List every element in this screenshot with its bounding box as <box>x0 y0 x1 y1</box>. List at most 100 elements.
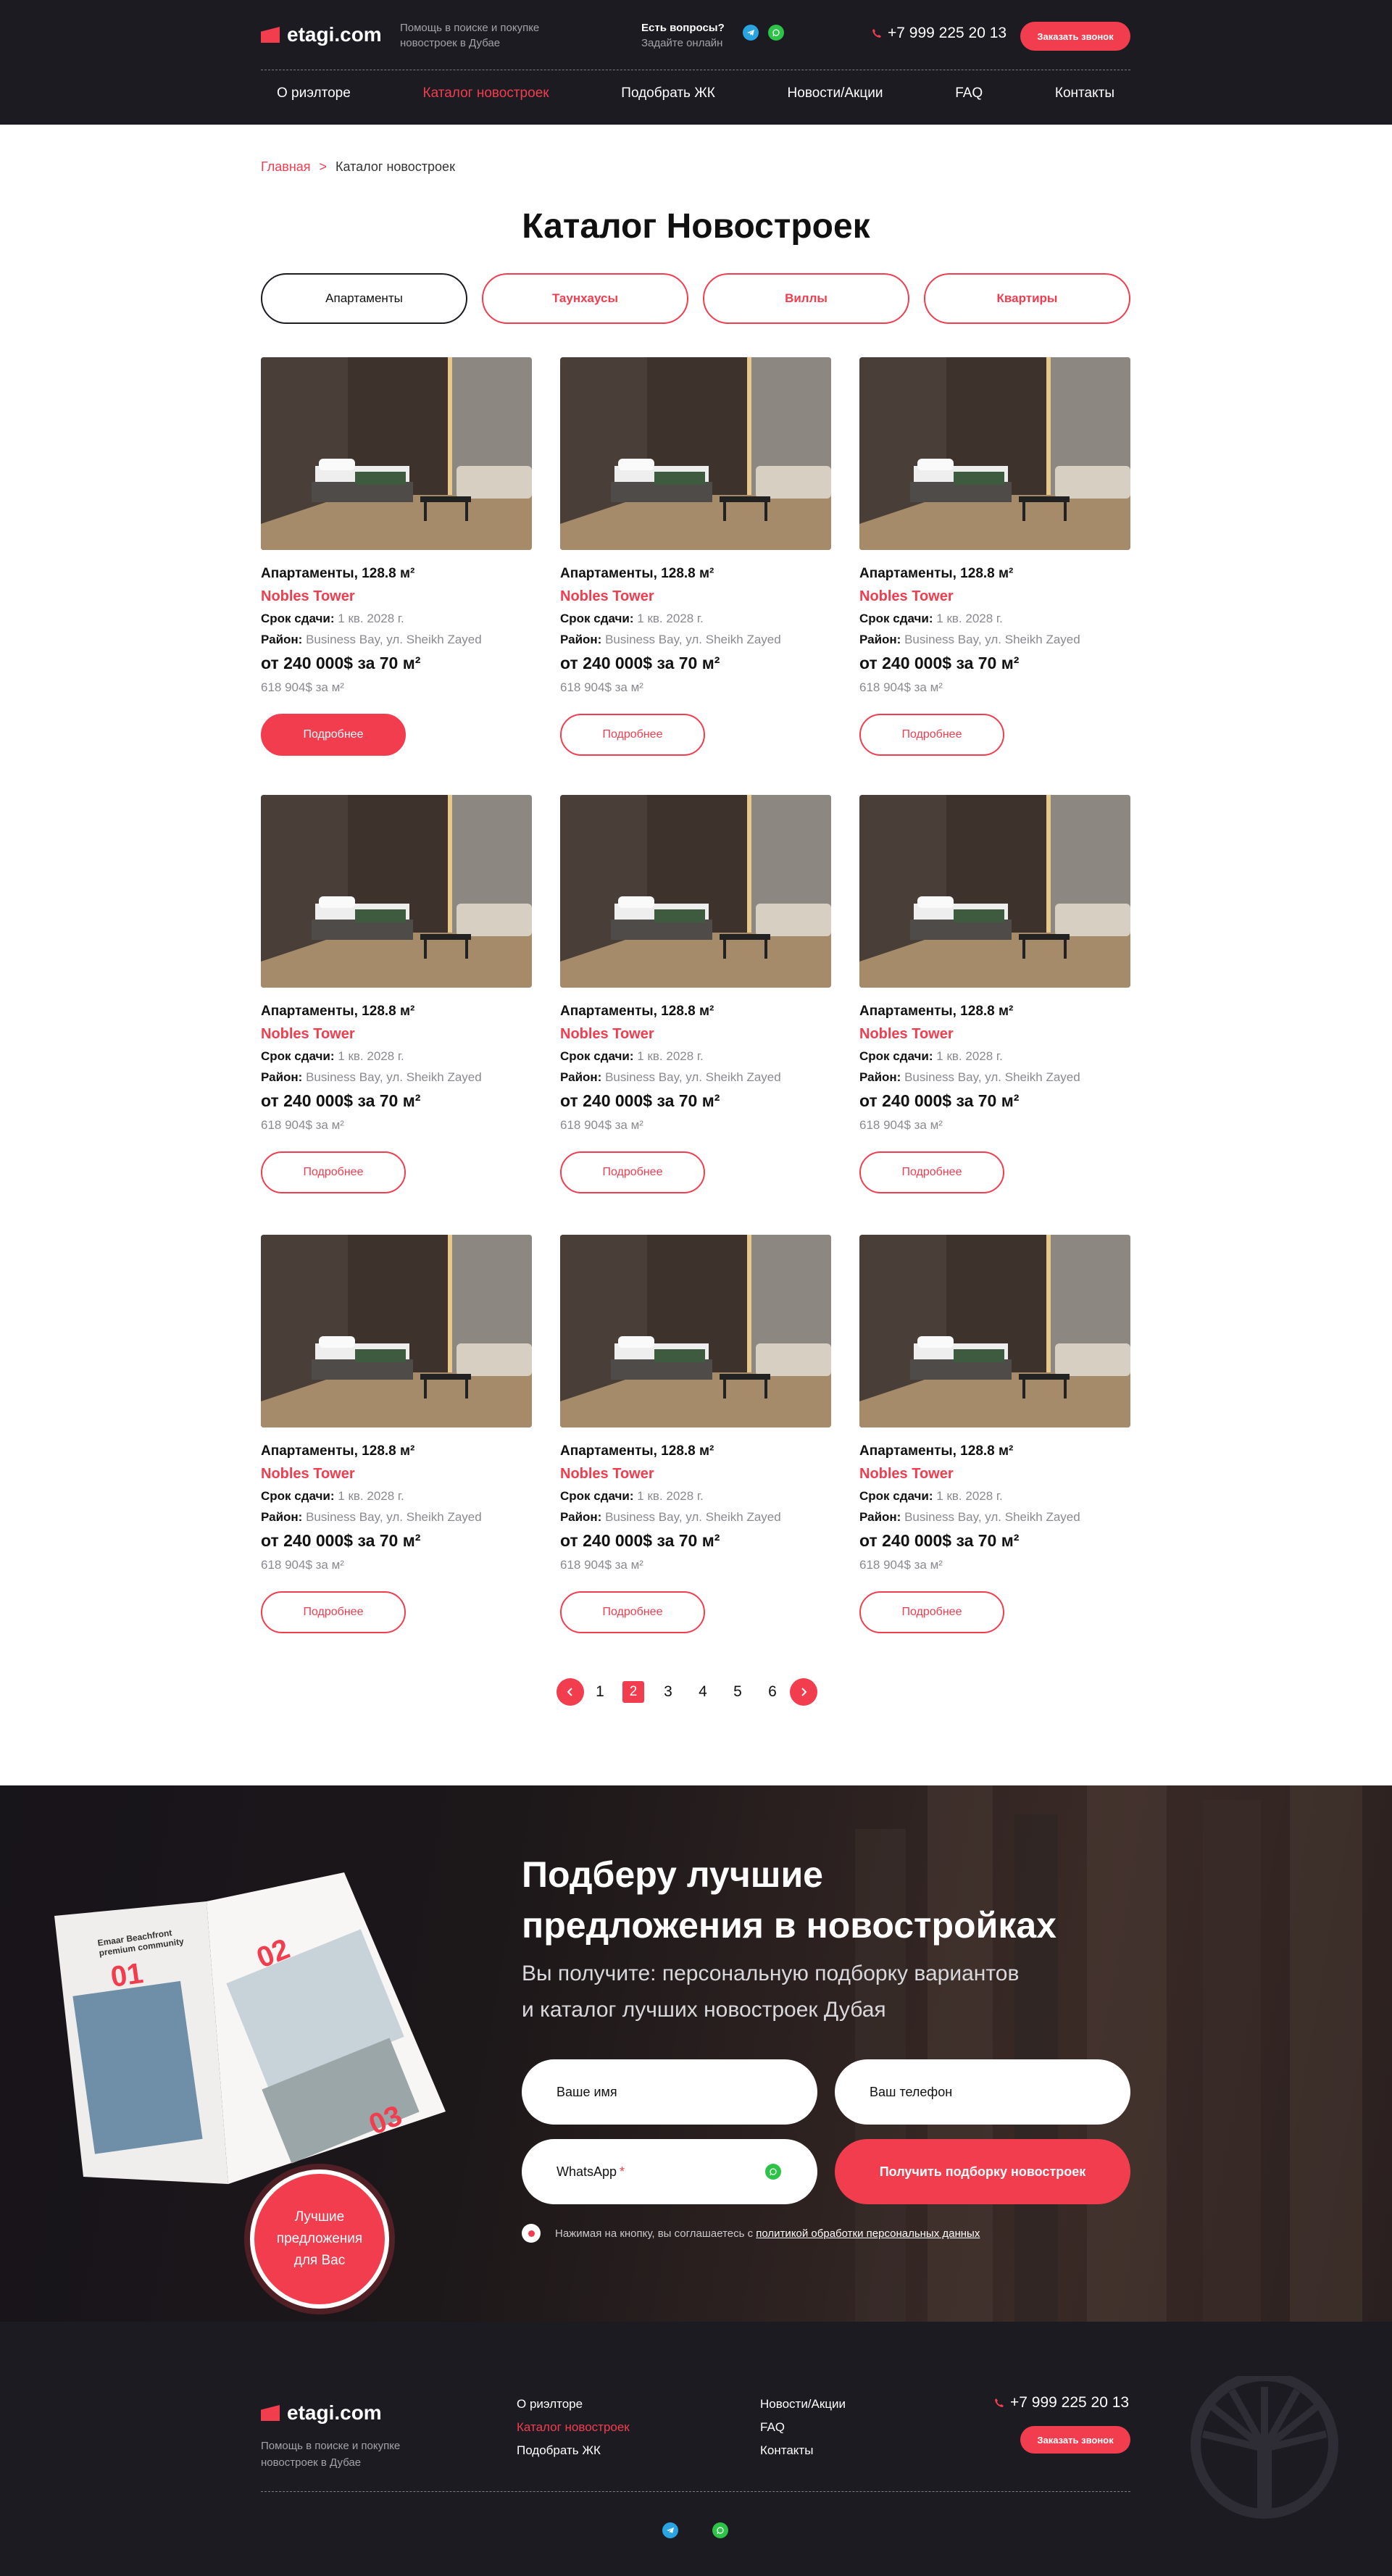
page-3[interactable]: 3 <box>651 1683 685 1701</box>
property-card[interactable]: Апартаменты, 128.8 м² Nobles Tower Срок … <box>560 1235 831 1633</box>
page-1[interactable]: 1 <box>584 1683 616 1701</box>
more-button[interactable]: Подробнее <box>261 1151 406 1193</box>
promo-sub-line-1: Вы получите: персональную подборку вариа… <box>522 1962 1020 1985</box>
more-button[interactable]: Подробнее <box>261 1591 406 1633</box>
tab-villas[interactable]: Виллы <box>703 273 909 324</box>
tab-flats[interactable]: Квартиры <box>924 273 1130 324</box>
messenger-value: WhatsApp <box>557 2164 617 2179</box>
footer-logo[interactable]: etagi.com <box>261 2401 382 2425</box>
property-image[interactable] <box>560 1235 831 1427</box>
card-price: от 240 000$ за 70 м² <box>859 1531 1020 1550</box>
deadline-value: 1 кв. 2028 г. <box>338 1489 404 1503</box>
whatsapp-icon[interactable] <box>712 2522 728 2538</box>
nav-about[interactable]: О риэлторе <box>277 86 351 101</box>
footer-link-catalog[interactable]: Каталог новостроек <box>517 2416 630 2439</box>
nav-faq[interactable]: FAQ <box>955 86 983 101</box>
tab-apartments[interactable]: Апартаменты <box>261 273 467 324</box>
card-complex-name[interactable]: Nobles Tower <box>261 1466 532 1483</box>
footer-tagline: Помощь в поиске и покупке новостроек в Ду… <box>261 2438 400 2471</box>
breadcrumb-sep: > <box>319 159 328 174</box>
logo[interactable]: etagi.com <box>261 23 382 46</box>
card-complex-name[interactable]: Nobles Tower <box>859 1466 1130 1483</box>
property-image[interactable] <box>261 357 532 550</box>
footer-logo-text: etagi.com <box>287 2401 382 2424</box>
more-button[interactable]: Подробнее <box>859 714 1004 756</box>
property-image[interactable] <box>859 357 1130 550</box>
privacy-policy-link[interactable]: политикой обработки персональных данных <box>756 2227 980 2240</box>
more-button[interactable]: Подробнее <box>859 1151 1004 1193</box>
nav-news[interactable]: Новости/Акции <box>788 86 883 101</box>
nav-catalog[interactable]: Каталог новостроек <box>423 86 549 101</box>
footer-link-faq[interactable]: FAQ <box>760 2416 846 2439</box>
footer-link-news[interactable]: Новости/Акции <box>760 2393 846 2416</box>
property-card[interactable]: Апартаменты, 128.8 м² Nobles Tower Срок … <box>261 1235 532 1633</box>
card-price-per-m: 618 904$ за м² <box>859 680 943 694</box>
required-mark: * <box>620 2164 625 2179</box>
property-image[interactable] <box>560 795 831 988</box>
district-value: Business Bay, ул. Sheikh Zayed <box>904 633 1080 646</box>
card-complex-name[interactable]: Nobles Tower <box>859 588 1130 605</box>
telegram-icon[interactable] <box>743 25 759 41</box>
messenger-select[interactable]: WhatsApp * <box>522 2139 817 2204</box>
brochure-num-1: 01 <box>109 1957 146 1993</box>
property-image[interactable] <box>261 1235 532 1427</box>
card-complex-name[interactable]: Nobles Tower <box>859 1026 1130 1043</box>
card-price: от 240 000$ за 70 м² <box>560 1531 720 1550</box>
footer-link-about[interactable]: О риэлторе <box>517 2393 630 2416</box>
property-card[interactable]: Апартаменты, 128.8 м² Nobles Tower Срок … <box>261 357 532 756</box>
property-card[interactable]: Апартаменты, 128.8 м² Nobles Tower Срок … <box>859 795 1130 1193</box>
page-4[interactable]: 4 <box>685 1683 720 1701</box>
page-2-current[interactable]: 2 <box>622 1681 644 1703</box>
page-5[interactable]: 5 <box>720 1683 755 1701</box>
more-button[interactable]: Подробнее <box>560 1591 705 1633</box>
district-label: Район: <box>261 1510 303 1524</box>
header-phone[interactable]: +7 999 225 20 13 <box>872 25 1007 42</box>
card-complex-name[interactable]: Nobles Tower <box>560 1466 831 1483</box>
breadcrumb-home[interactable]: Главная <box>261 159 311 174</box>
pagination: 1 2 3 4 5 6 <box>557 1678 817 1706</box>
footer-link-choose[interactable]: Подобрать ЖК <box>517 2439 630 2462</box>
nav-choose[interactable]: Подобрать ЖК <box>621 86 715 101</box>
more-button[interactable]: Подробнее <box>560 714 705 756</box>
property-card[interactable]: Апартаменты, 128.8 м² Nobles Tower Срок … <box>859 357 1130 756</box>
property-image[interactable] <box>859 795 1130 988</box>
nav-contacts[interactable]: Контакты <box>1055 86 1114 101</box>
property-card[interactable]: Апартаменты, 128.8 м² Nobles Tower Срок … <box>261 795 532 1193</box>
card-complex-name[interactable]: Nobles Tower <box>261 588 532 605</box>
card-price-per-m: 618 904$ за м² <box>859 1558 943 1572</box>
header-tagline: Помощь в поиске и покупке новостроек в Д… <box>400 22 540 49</box>
consent-checkbox[interactable] <box>522 2224 541 2243</box>
footer-order-call-button[interactable]: Заказать звонок <box>1020 2426 1130 2454</box>
more-button[interactable]: Подробнее <box>560 1151 705 1193</box>
page-6[interactable]: 6 <box>755 1683 790 1701</box>
card-complex-name[interactable]: Nobles Tower <box>560 1026 831 1043</box>
card-complex-name[interactable]: Nobles Tower <box>560 588 831 605</box>
property-image[interactable] <box>859 1235 1130 1427</box>
submit-button[interactable]: Получить подборку новостроек <box>835 2139 1130 2204</box>
deadline-label: Срок сдачи: <box>261 1489 335 1503</box>
property-card[interactable]: Апартаменты, 128.8 м² Nobles Tower Срок … <box>859 1235 1130 1633</box>
prev-page-button[interactable] <box>557 1678 584 1706</box>
property-image[interactable] <box>261 795 532 988</box>
palm-island-icon <box>1191 2376 1338 2519</box>
promo-sub-line-2: и каталог лучших новостроек Дубая <box>522 1998 886 2022</box>
property-image[interactable] <box>560 357 831 550</box>
card-price: от 240 000$ за 70 м² <box>560 654 720 672</box>
more-button[interactable]: Подробнее <box>261 714 406 756</box>
property-card[interactable]: Апартаменты, 128.8 м² Nobles Tower Срок … <box>560 357 831 756</box>
badge-line-3: для Вас <box>293 2253 346 2268</box>
card-complex-name[interactable]: Nobles Tower <box>261 1026 532 1043</box>
footer-link-contacts[interactable]: Контакты <box>760 2439 846 2462</box>
whatsapp-icon[interactable] <box>768 25 784 41</box>
more-button[interactable]: Подробнее <box>859 1591 1004 1633</box>
telegram-icon[interactable] <box>662 2522 678 2538</box>
phone-input[interactable]: Ваш телефон <box>835 2059 1130 2125</box>
card-title: Апартаменты, 128.8 м² <box>261 566 415 581</box>
footer-phone[interactable]: +7 999 225 20 13 <box>994 2394 1129 2412</box>
order-call-button[interactable]: Заказать звонок <box>1020 22 1130 51</box>
name-input[interactable]: Ваше имя <box>522 2059 817 2125</box>
page-title: Каталог Новостроек <box>522 207 870 246</box>
next-page-button[interactable] <box>790 1678 817 1706</box>
property-card[interactable]: Апартаменты, 128.8 м² Nobles Tower Срок … <box>560 795 831 1193</box>
tab-townhouses[interactable]: Таунхаусы <box>482 273 688 324</box>
